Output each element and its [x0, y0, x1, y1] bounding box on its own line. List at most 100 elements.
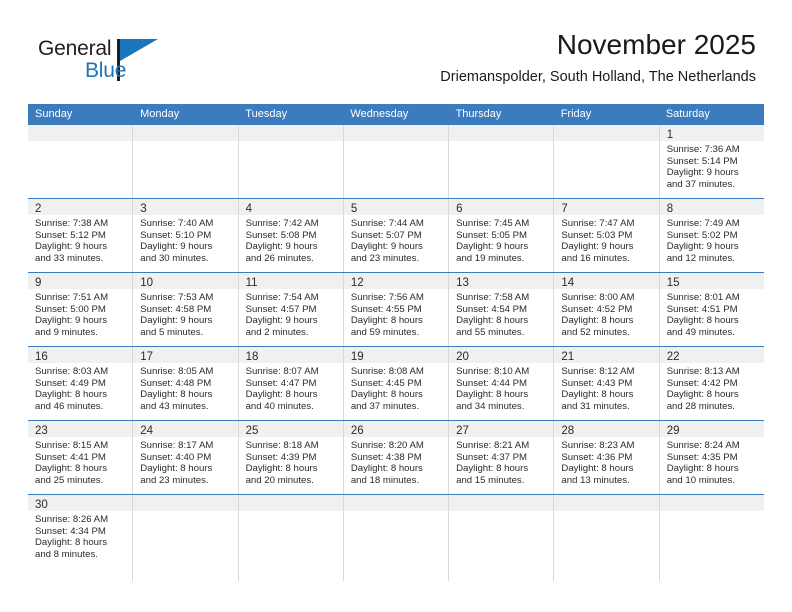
calendar-day-cell[interactable]: 28 Sunrise: 8:23 AM Sunset: 4:36 PM Dayligh… [554, 421, 660, 494]
day-number-band: 26 [343, 421, 449, 438]
calendar-day-cell[interactable]: 6 Sunrise: 7:45 AM Sunset: 5:05 PM Daylight… [449, 199, 555, 272]
calendar-day-cell[interactable]: 23 Sunrise: 8:15 AM Sunset: 4:41 PM Dayligh… [28, 421, 134, 494]
calendar-day-cell[interactable]: 2 Sunrise: 7:38 AM Sunset: 5:12 PM Daylight… [28, 199, 134, 272]
day-number: 4 [245, 203, 252, 215]
day-number-band: 18 [238, 347, 343, 364]
calendar-day-cell[interactable]: 20 Sunrise: 8:10 AM Sunset: 4:44 PM Dayligh… [449, 347, 555, 420]
daylight-text-line2: and 59 minutes. [350, 327, 420, 339]
sunrise-text: Sunrise: 8:18 AM [245, 440, 319, 451]
day-number: 7 [561, 203, 568, 215]
day-number: 14 [561, 277, 575, 289]
day-sun-info: Sunrise: 8:03 AM Sunset: 4:49 PM Daylight:… [28, 364, 132, 417]
sunset-text: Sunset: 4:41 PM [35, 451, 106, 463]
daylight-text-line2: and 37 minutes. [350, 401, 420, 413]
daylight-text-line2: and 26 minutes. [245, 253, 314, 265]
calendar-day-cell[interactable]: 7 Sunrise: 7:47 AM Sunset: 5:03 PM Daylight… [554, 199, 660, 272]
day-sun-info: Sunrise: 8:01 AM Sunset: 4:51 PM Daylight:… [660, 290, 764, 343]
day-number-band: 3 [133, 199, 238, 216]
weekday-header-monday: Monday [140, 108, 180, 120]
sunrise-text: Sunrise: 7:49 AM [666, 218, 740, 229]
daylight-text-line1: Daylight: 8 hours [350, 463, 423, 475]
calendar-day-cell[interactable]: 26 Sunrise: 8:20 AM Sunset: 4:38 PM Dayligh… [343, 421, 450, 494]
day-number: 28 [561, 425, 575, 437]
calendar-day-cell[interactable]: 16 Sunrise: 8:03 AM Sunset: 4:49 PM Dayligh… [28, 347, 134, 420]
calendar-day-cell[interactable]: 27 Sunrise: 8:21 AM Sunset: 4:37 PM Dayligh… [449, 421, 555, 494]
day-sun-info: Sunrise: 8:07 AM Sunset: 4:47 PM Daylight:… [239, 364, 343, 417]
sunset-text: Sunset: 4:38 PM [350, 451, 422, 463]
calendar-day-cell[interactable]: 17 Sunrise: 8:05 AM Sunset: 4:48 PM Dayligh… [133, 347, 239, 420]
day-sun-info: Sunrise: 8:08 AM Sunset: 4:45 PM Daylight:… [344, 364, 448, 417]
calendar-day-cell[interactable]: 13 Sunrise: 7:58 AM Sunset: 4:54 PM Dayligh… [449, 273, 555, 346]
calendar-day-cell[interactable]: 25 Sunrise: 8:18 AM Sunset: 4:39 PM Dayligh… [238, 421, 344, 494]
daylight-text-line1: Daylight: 9 hours [35, 241, 107, 253]
calendar-day-cell[interactable]: 10 Sunrise: 7:53 AM Sunset: 4:58 PM Dayligh… [133, 273, 239, 346]
sunset-text: Sunset: 5:05 PM [456, 229, 528, 241]
calendar-day-cell[interactable]: 15 Sunrise: 8:01 AM Sunset: 4:51 PM Dayligh… [659, 273, 764, 346]
title-block: November 2025 Driemanspolder, South Holl… [440, 28, 756, 86]
calendar-week-row: 1 Sunrise: 7:36 AM Sunset: 5:14 PM Daylight… [28, 125, 764, 198]
calendar-day-cell[interactable]: 8 Sunrise: 7:49 AM Sunset: 5:02 PM Daylight… [659, 199, 764, 272]
sunrise-text: Sunrise: 7:36 AM [666, 144, 740, 155]
daylight-text-line2: and 18 minutes. [350, 475, 420, 487]
daylight-text-line2: and 23 minutes. [350, 253, 420, 265]
calendar-day-cell[interactable]: 21 Sunrise: 8:12 AM Sunset: 4:43 PM Dayligh… [554, 347, 660, 420]
calendar-day-cell[interactable]: 11 Sunrise: 7:54 AM Sunset: 4:57 PM Dayligh… [238, 273, 344, 346]
sunset-text: Sunset: 5:14 PM [666, 155, 738, 167]
calendar-day-cell[interactable]: 18 Sunrise: 8:07 AM Sunset: 4:47 PM Dayligh… [238, 347, 344, 420]
daylight-text-line1: Daylight: 8 hours [666, 389, 739, 401]
sunset-text: Sunset: 5:02 PM [666, 229, 738, 241]
day-sun-info: Sunrise: 8:05 AM Sunset: 4:48 PM Daylight:… [133, 364, 237, 417]
general-blue-logo[interactable]: General Blue [38, 38, 168, 90]
daylight-text-line2: and 8 minutes. [35, 549, 98, 561]
day-sun-info: Sunrise: 8:26 AM Sunset: 4:34 PM Daylight:… [28, 512, 132, 565]
sunset-text: Sunset: 4:34 PM [35, 525, 106, 537]
day-sun-info: Sunrise: 7:44 AM Sunset: 5:07 PM Daylight:… [344, 216, 448, 269]
calendar-day-cell[interactable]: 1 Sunrise: 7:36 AM Sunset: 5:14 PM Daylight… [659, 125, 764, 198]
daylight-text-line1: Daylight: 8 hours [666, 315, 739, 327]
sunset-text: Sunset: 4:37 PM [456, 451, 528, 463]
day-number-band [28, 125, 133, 142]
daylight-text-line1: Daylight: 9 hours [35, 315, 107, 327]
calendar-day-cell[interactable]: 19 Sunrise: 8:08 AM Sunset: 4:45 PM Dayligh… [343, 347, 450, 420]
day-number-band [343, 495, 449, 512]
weekday-header-friday: Friday [560, 108, 592, 120]
daylight-text-line1: Daylight: 8 hours [140, 463, 213, 475]
weekday-header-saturday: Saturday [665, 108, 710, 120]
day-sun-info: Sunrise: 7:56 AM Sunset: 4:55 PM Daylight:… [344, 290, 448, 343]
page-header: General Blue November 2025 Driemanspolde… [0, 0, 792, 104]
calendar-day-cell[interactable]: 4 Sunrise: 7:42 AM Sunset: 5:08 PM Daylight… [238, 199, 344, 272]
sunset-text: Sunset: 4:35 PM [666, 451, 738, 463]
day-number-band [238, 125, 343, 142]
calendar-day-cell[interactable]: 29 Sunrise: 8:24 AM Sunset: 4:35 PM Dayligh… [659, 421, 764, 494]
sunrise-text: Sunrise: 8:05 AM [140, 366, 214, 377]
calendar-day-cell[interactable]: 5 Sunrise: 7:44 AM Sunset: 5:07 PM Daylight… [343, 199, 450, 272]
sunset-text: Sunset: 4:58 PM [140, 303, 212, 315]
calendar-day-cell[interactable]: 14 Sunrise: 8:00 AM Sunset: 4:52 PM Dayligh… [554, 273, 660, 346]
calendar-day-cell[interactable]: 30 Sunrise: 8:26 AM Sunset: 4:34 PM Dayligh… [28, 495, 134, 581]
day-number: 9 [35, 277, 42, 289]
daylight-text-line1: Daylight: 8 hours [456, 315, 529, 327]
daylight-text-line1: Daylight: 8 hours [350, 315, 423, 327]
day-number: 17 [140, 351, 154, 363]
daylight-text-line2: and 55 minutes. [456, 327, 525, 339]
sunset-text: Sunset: 4:57 PM [245, 303, 317, 315]
day-number: 6 [456, 203, 463, 215]
day-sun-info: Sunrise: 8:21 AM Sunset: 4:37 PM Daylight:… [449, 438, 553, 491]
day-sun-info: Sunrise: 8:15 AM Sunset: 4:41 PM Daylight:… [28, 438, 132, 491]
calendar-day-cell[interactable]: 9 Sunrise: 7:51 AM Sunset: 5:00 PM Daylight… [28, 273, 134, 346]
sunrise-text: Sunrise: 8:07 AM [245, 366, 319, 377]
calendar-day-cell[interactable]: 12 Sunrise: 7:56 AM Sunset: 4:55 PM Dayligh… [343, 273, 450, 346]
daylight-text-line2: and 23 minutes. [140, 475, 209, 487]
weekday-header-sunday: Sunday [35, 108, 73, 120]
calendar-day-cell[interactable]: 22 Sunrise: 8:13 AM Sunset: 4:42 PM Dayligh… [659, 347, 764, 420]
sunrise-text: Sunrise: 8:21 AM [456, 440, 530, 451]
sunset-text: Sunset: 4:36 PM [561, 451, 633, 463]
day-sun-info: Sunrise: 7:53 AM Sunset: 4:58 PM Daylight:… [133, 290, 237, 343]
calendar-day-cell[interactable]: 24 Sunrise: 8:17 AM Sunset: 4:40 PM Dayligh… [133, 421, 239, 494]
day-number-band: 17 [133, 347, 238, 364]
day-number-band: 29 [659, 421, 764, 438]
day-number-band: 8 [659, 199, 764, 216]
day-number: 15 [666, 277, 680, 289]
page-subtitle: Driemanspolder, South Holland, The Nethe… [440, 69, 756, 85]
calendar-day-cell[interactable]: 3 Sunrise: 7:40 AM Sunset: 5:10 PM Daylight… [133, 199, 239, 272]
